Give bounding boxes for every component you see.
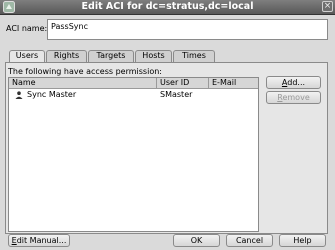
row-user-id: SMaster	[160, 90, 193, 99]
row-name: Sync Master	[27, 90, 77, 99]
cancel-button[interactable]: Cancel	[226, 234, 273, 247]
users-table[interactable]: Name User ID E-Mail Sync Master SMaster	[8, 77, 259, 232]
table-header: Name User ID E-Mail	[9, 78, 258, 89]
ok-button[interactable]: OK	[173, 234, 220, 247]
close-icon[interactable]: ×	[322, 1, 333, 12]
tab-targets[interactable]: Targets	[88, 50, 134, 62]
column-header-user-id[interactable]: User ID	[157, 78, 209, 88]
tab-hosts[interactable]: Hosts	[135, 50, 172, 62]
help-button[interactable]: Help	[279, 234, 326, 247]
aci-name-field[interactable]: PassSync	[47, 19, 328, 40]
window-title: Edit ACI for dc=stratus,dc=local	[81, 1, 254, 12]
table-row[interactable]: Sync Master SMaster	[9, 89, 258, 100]
remove-button[interactable]: Remove	[266, 91, 321, 104]
column-header-email[interactable]: E-Mail	[209, 78, 258, 88]
user-icon	[15, 91, 23, 99]
aci-name-label: ACI name:	[6, 24, 48, 33]
title-bar: Edit ACI for dc=stratus,dc=local ×	[0, 0, 335, 15]
access-permission-label: The following have access permission:	[8, 67, 162, 76]
add-button[interactable]: Add...	[266, 76, 321, 89]
edit-manual-button[interactable]: Edit Manual...	[8, 234, 70, 247]
tab-times[interactable]: Times	[173, 50, 215, 62]
tab-rights[interactable]: Rights	[46, 50, 87, 62]
dialog-body: ACI name: PassSync Users Rights Targets …	[0, 15, 335, 250]
column-header-name[interactable]: Name	[9, 78, 157, 88]
